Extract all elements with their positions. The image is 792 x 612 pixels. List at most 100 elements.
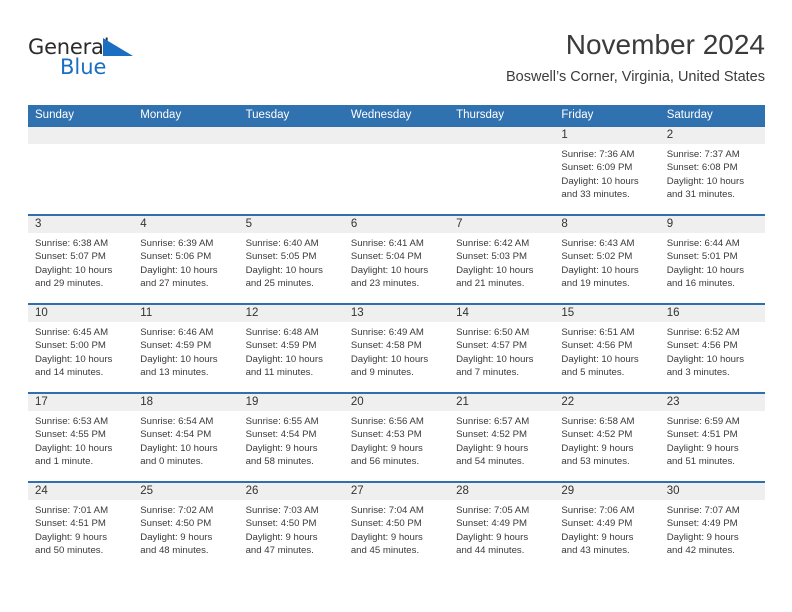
daylight-text-line2: and 45 minutes.: [350, 544, 420, 556]
day-number: [28, 127, 134, 144]
sunrise-text: Sunrise: 7:02 AM: [140, 505, 214, 516]
calendar-day-cell[interactable]: 13 Sunrise: 6:49 AM Sunset: 4:58 PM Dayligh…: [343, 305, 450, 392]
sunrise-text: Sunrise: 7:03 AM: [245, 505, 319, 516]
day-details: Sunrise: 7:07 AM Sunset: 4:49 PM Daylight:…: [660, 500, 765, 557]
calendar-day-cell[interactable]: 29 Sunrise: 7:06 AM Sunset: 4:49 PM Dayligh…: [554, 483, 660, 570]
sunrise-text: Sunrise: 7:01 AM: [35, 505, 109, 516]
daylight-text-line2: and 47 minutes.: [245, 544, 314, 556]
daylight-text-line2: and 58 minutes.: [245, 455, 314, 467]
day-number: 6: [343, 216, 450, 233]
day-details: Sunrise: 6:51 AM Sunset: 4:56 PM Daylight:…: [554, 322, 659, 379]
sunset-text: Sunset: 4:58 PM: [350, 340, 422, 352]
day-details: Sunrise: 6:38 AM Sunset: 5:07 PM Daylight:…: [28, 233, 133, 290]
calendar-day-cell[interactable]: 18 Sunrise: 6:54 AM Sunset: 4:54 PM Dayligh…: [133, 394, 239, 481]
daylight-text-line2: and 54 minutes.: [456, 455, 525, 467]
day-number: 16: [659, 305, 765, 322]
calendar-day-cell[interactable]: 8 Sunrise: 6:43 AM Sunset: 5:02 PM Daylight…: [554, 216, 660, 303]
calendar-day-cell[interactable]: 9 Sunrise: 6:44 AM Sunset: 5:01 PM Daylight…: [659, 216, 765, 303]
day-number: 12: [238, 305, 344, 322]
calendar-day-cell[interactable]: 6 Sunrise: 6:41 AM Sunset: 5:04 PM Daylight…: [343, 216, 450, 303]
calendar-day-cell[interactable]: 17 Sunrise: 6:53 AM Sunset: 4:55 PM Dayligh…: [28, 394, 134, 481]
calendar-day-cell[interactable]: 24 Sunrise: 7:01 AM Sunset: 4:51 PM Dayligh…: [28, 483, 134, 570]
daylight-text-line1: Daylight: 10 hours: [140, 353, 218, 365]
daylight-text-line2: and 11 minutes.: [245, 366, 314, 378]
day-details: Sunrise: 6:40 AM Sunset: 5:05 PM Daylight:…: [239, 233, 344, 290]
calendar-day-cell[interactable]: 15 Sunrise: 6:51 AM Sunset: 4:56 PM Dayligh…: [554, 305, 660, 392]
day-details: Sunrise: 6:45 AM Sunset: 5:00 PM Daylight:…: [28, 322, 133, 379]
day-details: Sunrise: 6:46 AM Sunset: 4:59 PM Daylight:…: [133, 322, 238, 379]
sunrise-text: Sunrise: 7:06 AM: [561, 505, 635, 516]
daylight-text-line2: and 0 minutes.: [140, 455, 204, 467]
daylight-text-line1: Daylight: 9 hours: [561, 442, 634, 454]
calendar-day-cell[interactable]: 28 Sunrise: 7:05 AM Sunset: 4:49 PM Dayligh…: [449, 483, 555, 570]
day-number: 5: [238, 216, 344, 233]
daylight-text-line1: Daylight: 10 hours: [561, 353, 639, 365]
calendar-day-cell[interactable]: 25 Sunrise: 7:02 AM Sunset: 4:50 PM Dayligh…: [133, 483, 239, 570]
day-details: Sunrise: 6:49 AM Sunset: 4:58 PM Daylight:…: [344, 322, 449, 379]
daylight-text-line1: Daylight: 9 hours: [245, 442, 318, 454]
general-blue-logo[interactable]: General Blue: [28, 35, 158, 83]
calendar-day-cell[interactable]: 22 Sunrise: 6:58 AM Sunset: 4:52 PM Dayligh…: [554, 394, 660, 481]
sunset-text: Sunset: 4:50 PM: [350, 518, 422, 530]
calendar-day-cell[interactable]: 3 Sunrise: 6:38 AM Sunset: 5:07 PM Daylight…: [28, 216, 134, 303]
calendar-day-cell[interactable]: 7 Sunrise: 6:42 AM Sunset: 5:03 PM Daylight…: [449, 216, 555, 303]
weekday-header-thursday: Thursday: [449, 105, 555, 126]
calendar-day-cell[interactable]: 12 Sunrise: 6:48 AM Sunset: 4:59 PM Dayligh…: [238, 305, 344, 392]
sunset-text: Sunset: 4:50 PM: [140, 518, 212, 530]
calendar-day-cell[interactable]: 21 Sunrise: 6:57 AM Sunset: 4:52 PM Dayligh…: [449, 394, 555, 481]
sunrise-text: Sunrise: 6:51 AM: [561, 327, 635, 338]
day-number: [343, 127, 450, 144]
calendar-day-cell[interactable]: 27 Sunrise: 7:04 AM Sunset: 4:50 PM Dayligh…: [343, 483, 450, 570]
title-block: November 2024 Boswell’s Corner, Virginia…: [506, 28, 765, 86]
sunset-text: Sunset: 4:57 PM: [456, 340, 528, 352]
sunset-text: Sunset: 5:00 PM: [35, 340, 106, 352]
daylight-text-line2: and 42 minutes.: [666, 544, 735, 556]
calendar-day-cell[interactable]: 23 Sunrise: 6:59 AM Sunset: 4:51 PM Dayligh…: [659, 394, 765, 481]
day-number: 3: [28, 216, 134, 233]
calendar-day-cell[interactable]: 19 Sunrise: 6:55 AM Sunset: 4:54 PM Dayligh…: [238, 394, 344, 481]
daylight-text-line1: Daylight: 10 hours: [561, 264, 639, 276]
day-details: Sunrise: 6:52 AM Sunset: 4:56 PM Daylight:…: [660, 322, 765, 379]
calendar-day-cell[interactable]: 4 Sunrise: 6:39 AM Sunset: 5:06 PM Daylight…: [133, 216, 239, 303]
sunset-text: Sunset: 4:54 PM: [140, 429, 212, 441]
day-number: 14: [449, 305, 555, 322]
calendar-day-cell[interactable]: 10 Sunrise: 6:45 AM Sunset: 5:00 PM Dayligh…: [28, 305, 134, 392]
day-details: Sunrise: 6:48 AM Sunset: 4:59 PM Daylight:…: [239, 322, 344, 379]
day-details: Sunrise: 7:04 AM Sunset: 4:50 PM Daylight:…: [344, 500, 449, 557]
day-number: 1: [554, 127, 660, 144]
sunset-text: Sunset: 5:05 PM: [245, 251, 317, 263]
sunset-text: Sunset: 6:08 PM: [666, 162, 738, 174]
calendar-page: General Blue November 2024 Boswell’s Cor…: [0, 0, 792, 612]
sunset-text: Sunset: 5:01 PM: [666, 251, 738, 263]
day-number: 28: [449, 483, 555, 500]
sunrise-text: Sunrise: 6:41 AM: [350, 238, 424, 249]
calendar-day-cell[interactable]: 30 Sunrise: 7:07 AM Sunset: 4:49 PM Dayligh…: [659, 483, 765, 570]
daylight-text-line2: and 51 minutes.: [666, 455, 735, 467]
daylight-text-line1: Daylight: 10 hours: [666, 264, 745, 276]
daylight-text-line2: and 44 minutes.: [456, 544, 525, 556]
calendar-day-cell[interactable]: 1 Sunrise: 7:36 AM Sunset: 6:09 PM Daylight…: [554, 127, 660, 214]
calendar-day-cell[interactable]: 20 Sunrise: 6:56 AM Sunset: 4:53 PM Dayligh…: [343, 394, 450, 481]
calendar-table: Sunday Monday Tuesday Wednesday Thursday Frid…: [28, 105, 765, 570]
day-details: Sunrise: 7:06 AM Sunset: 4:49 PM Daylight:…: [554, 500, 659, 557]
day-number: 21: [449, 394, 555, 411]
calendar-day-cell[interactable]: 11 Sunrise: 6:46 AM Sunset: 4:59 PM Dayligh…: [133, 305, 239, 392]
sunset-text: Sunset: 4:56 PM: [561, 340, 633, 352]
daylight-text-line2: and 53 minutes.: [561, 455, 630, 467]
daylight-text-line1: Daylight: 10 hours: [140, 442, 218, 454]
calendar-day-cell[interactable]: 2 Sunrise: 7:37 AM Sunset: 6:08 PM Daylight…: [659, 127, 765, 214]
calendar-day-cell[interactable]: 14 Sunrise: 6:50 AM Sunset: 4:57 PM Dayligh…: [449, 305, 555, 392]
day-details: Sunrise: 6:43 AM Sunset: 5:02 PM Daylight:…: [554, 233, 659, 290]
daylight-text-line2: and 43 minutes.: [561, 544, 630, 556]
sunrise-text: Sunrise: 6:55 AM: [245, 416, 319, 427]
daylight-text-line1: Daylight: 10 hours: [666, 175, 745, 187]
sunset-text: Sunset: 4:49 PM: [561, 518, 633, 530]
sunrise-text: Sunrise: 6:53 AM: [35, 416, 109, 427]
day-details: Sunrise: 6:53 AM Sunset: 4:55 PM Daylight:…: [28, 411, 133, 468]
sunrise-text: Sunrise: 6:52 AM: [666, 327, 740, 338]
day-number: 30: [659, 483, 765, 500]
calendar-day-cell[interactable]: 26 Sunrise: 7:03 AM Sunset: 4:50 PM Dayligh…: [238, 483, 344, 570]
sunrise-text: Sunrise: 6:59 AM: [666, 416, 740, 427]
calendar-day-cell[interactable]: 5 Sunrise: 6:40 AM Sunset: 5:05 PM Daylight…: [238, 216, 344, 303]
calendar-day-cell[interactable]: 16 Sunrise: 6:52 AM Sunset: 4:56 PM Dayligh…: [659, 305, 765, 392]
